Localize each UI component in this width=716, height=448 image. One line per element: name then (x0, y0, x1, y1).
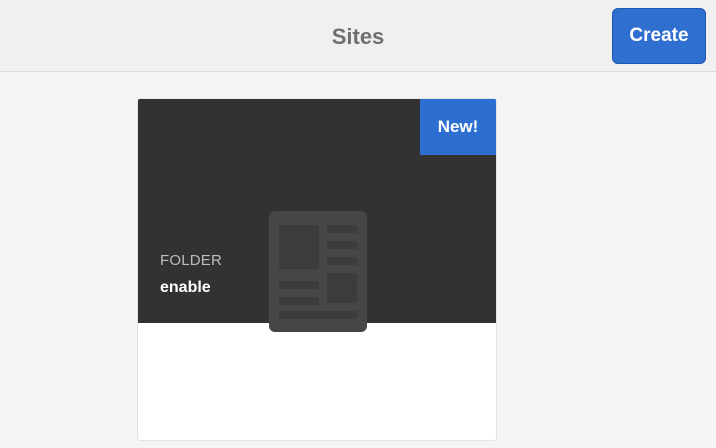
page-title: Sites (331, 24, 385, 49)
site-card[interactable]: New! FOLDER enable (137, 98, 497, 441)
top-header: Sites Create (0, 0, 716, 72)
page-layout-icon (269, 211, 367, 332)
new-badge: New! (420, 99, 496, 155)
card-thumbnail: New! FOLDER enable (138, 99, 496, 332)
card-type-label: FOLDER (160, 252, 223, 269)
create-button[interactable]: Create (612, 8, 706, 64)
card-title: enable (160, 279, 211, 296)
